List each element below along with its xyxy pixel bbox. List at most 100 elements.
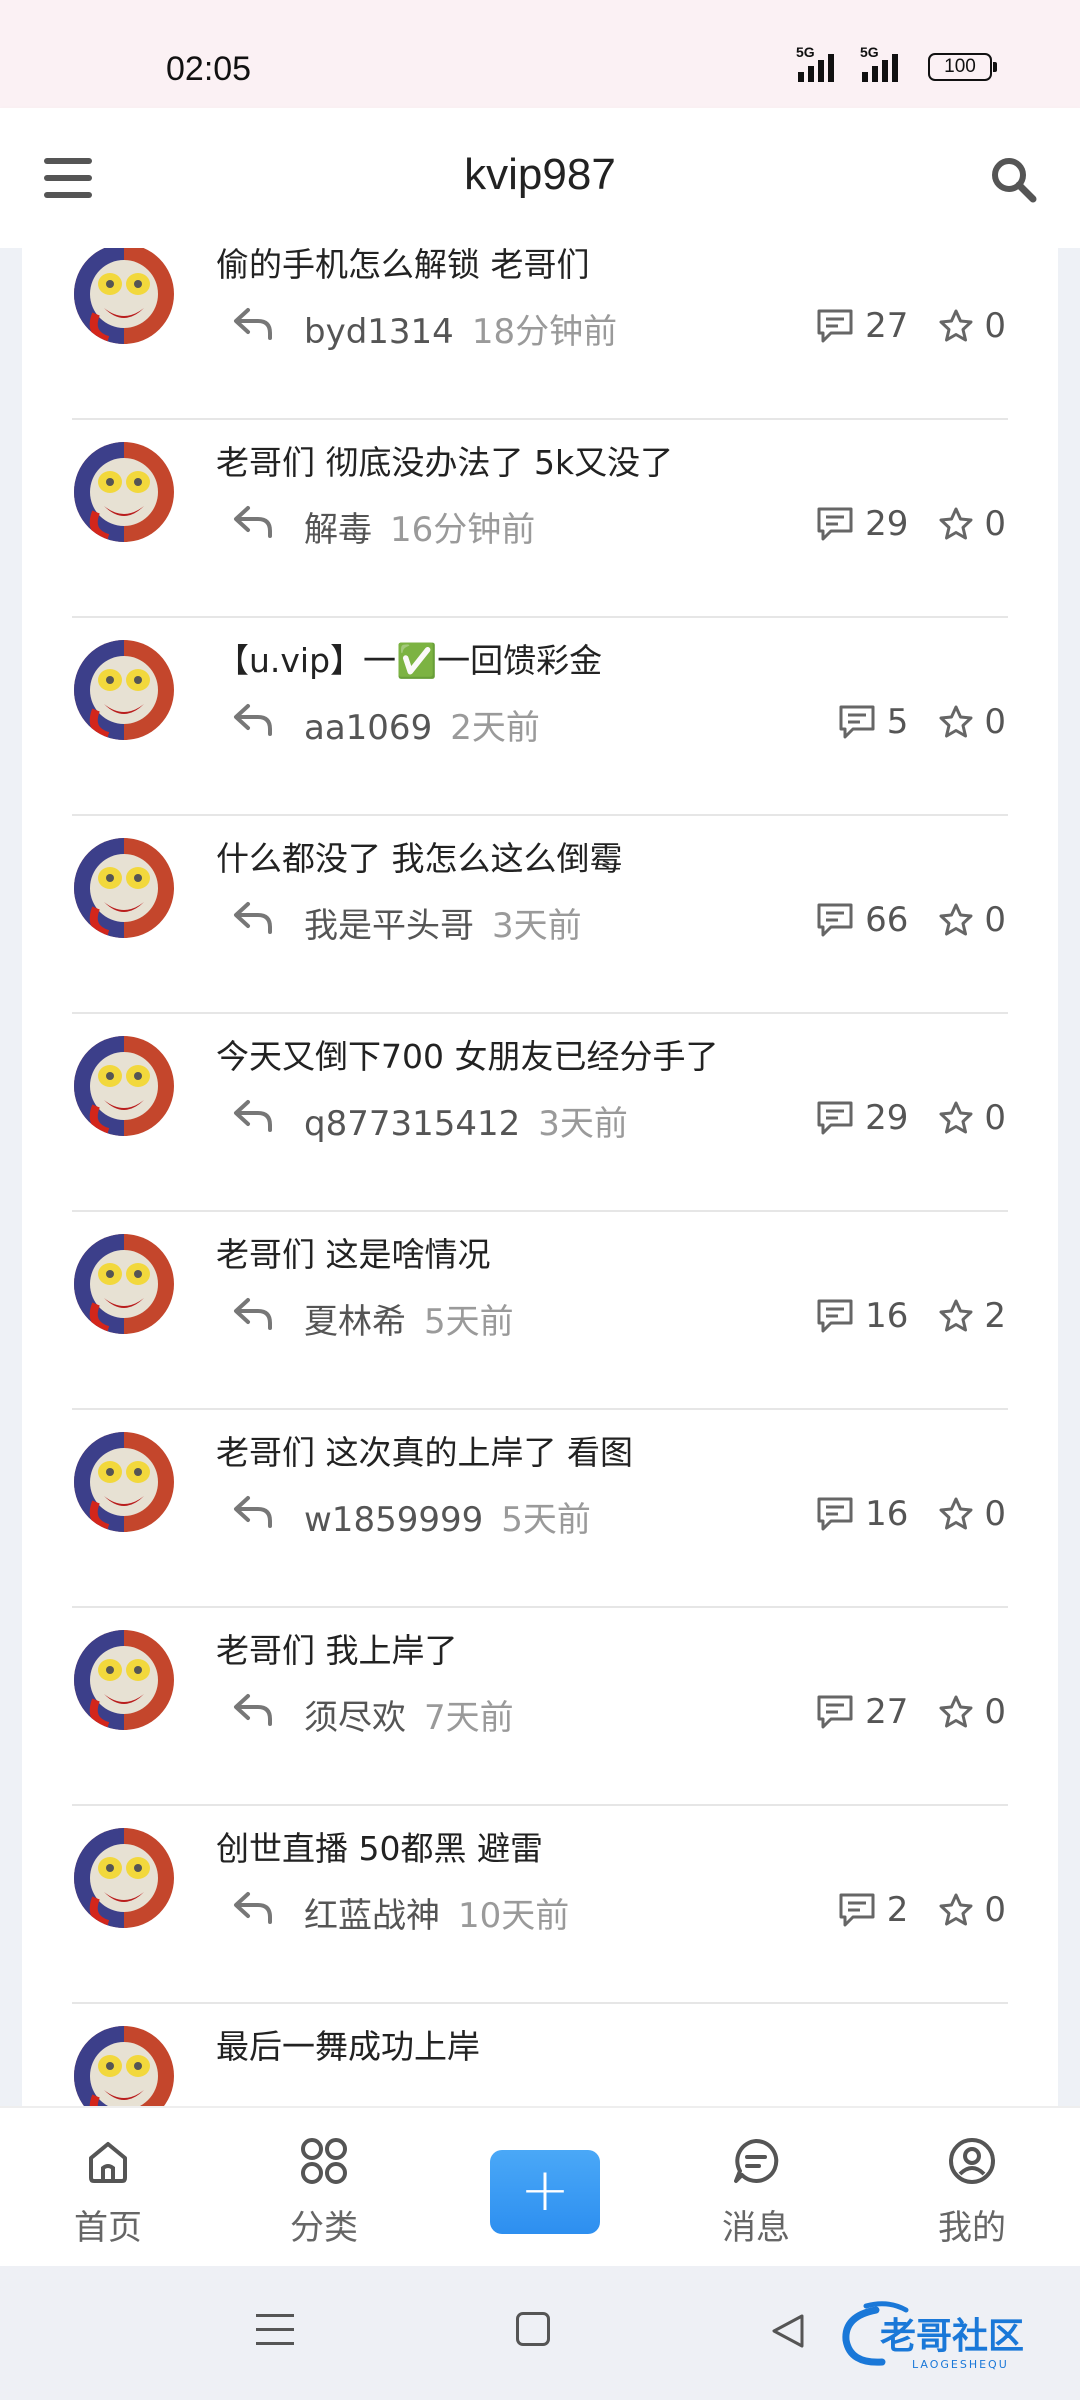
tab-category[interactable]: 分类 — [216, 2108, 432, 2266]
star-icon — [939, 507, 973, 540]
reply-icon — [234, 1496, 272, 1528]
battery-icon: 100 — [928, 53, 997, 81]
avatar[interactable] — [74, 248, 174, 344]
comment-icon — [817, 1695, 853, 1729]
post-list-item[interactable]: 老哥们 彻底没办法了 5k又没了 解毒 16分钟前 29 0 — [72, 420, 1008, 618]
status-time: 02:05 — [166, 50, 252, 88]
tab-messages[interactable]: 消息 — [648, 2108, 864, 2266]
post-meta: 须尽欢 7天前 — [304, 1690, 514, 1739]
back-icon[interactable] — [770, 2312, 806, 2350]
avatar[interactable] — [74, 1234, 174, 1334]
star-count[interactable]: 0 — [938, 702, 1006, 742]
reply-icon — [234, 1100, 272, 1132]
post-title[interactable]: 今天又倒下700 女朋友已经分手了 — [216, 1030, 718, 1078]
post-author[interactable]: byd1314 — [304, 312, 454, 352]
avatar[interactable] — [74, 1828, 174, 1928]
star-count[interactable]: 0 — [938, 1494, 1006, 1534]
bottom-tab-bar: 首页 分类 + 消息 我的 — [0, 2106, 1080, 2266]
post-author[interactable]: q877315412 — [304, 1104, 520, 1144]
reply-icon — [234, 902, 272, 934]
post-author[interactable]: 我是平头哥 — [304, 906, 474, 946]
post-list-item[interactable]: 最后一舞成功上岸 — [72, 2004, 1008, 2106]
post-list-item[interactable]: 什么都没了 我怎么这么倒霉 我是平头哥 3天前 66 0 — [72, 816, 1008, 1014]
post-list-item[interactable]: 老哥们 这次真的上岸了 看图 w1859999 5天前 16 0 — [72, 1410, 1008, 1608]
recent-apps-icon[interactable] — [256, 2314, 294, 2356]
star-icon — [939, 1893, 973, 1926]
reply-icon — [234, 1892, 272, 1924]
post-title[interactable]: 老哥们 我上岸了 — [216, 1624, 458, 1672]
post-list-item[interactable]: 【u.vip】一✅一回馈彩金 aa1069 2天前 5 0 — [72, 618, 1008, 816]
tab-category-label: 分类 — [290, 2208, 358, 2248]
post-title[interactable]: 偷的手机怎么解锁 老哥们 — [216, 248, 590, 286]
star-icon — [939, 705, 973, 738]
post-list-item[interactable]: 老哥们 这是啥情况 夏林希 5天前 16 2 — [72, 1212, 1008, 1410]
tab-mine[interactable]: 我的 — [864, 2108, 1080, 2266]
star-count[interactable]: 0 — [938, 1692, 1006, 1732]
post-meta: 红蓝战神 10天前 — [304, 1888, 569, 1937]
star-count[interactable]: 0 — [938, 900, 1006, 940]
post-title[interactable]: 创世直播 50都黑 避雷 — [216, 1822, 543, 1870]
post-title[interactable]: 【u.vip】一✅一回馈彩金 — [216, 634, 602, 682]
post-list-item[interactable]: 创世直播 50都黑 避雷 红蓝战神 10天前 2 0 — [72, 1806, 1008, 2004]
avatar[interactable] — [74, 640, 174, 740]
post-author[interactable]: 夏林希 — [304, 1302, 406, 1342]
star-count[interactable]: 2 — [938, 1296, 1006, 1336]
search-icon[interactable] — [988, 154, 1040, 206]
home-button-icon[interactable] — [516, 2312, 550, 2346]
reply-icon — [234, 1298, 272, 1330]
post-title[interactable]: 什么都没了 我怎么这么倒霉 — [216, 832, 623, 880]
message-icon — [734, 2138, 779, 2183]
post-time: 3天前 — [538, 1104, 628, 1144]
star-count[interactable]: 0 — [938, 504, 1006, 544]
post-time: 3天前 — [492, 906, 582, 946]
post-author[interactable]: w1859999 — [304, 1500, 483, 1540]
tab-add[interactable]: + — [432, 2108, 648, 2266]
comment-icon — [839, 1893, 875, 1927]
tab-mine-label: 我的 — [938, 2208, 1006, 2248]
post-title[interactable]: 最后一舞成功上岸 — [216, 2020, 480, 2068]
reply-icon — [234, 506, 272, 538]
post-title[interactable]: 老哥们 彻底没办法了 5k又没了 — [216, 436, 673, 484]
svg-text:老哥社区: 老哥社区 — [880, 2316, 1024, 2357]
post-author[interactable]: 须尽欢 — [304, 1698, 406, 1738]
avatar[interactable] — [74, 1036, 174, 1136]
post-meta: byd1314 18分钟前 — [304, 304, 617, 353]
home-icon — [89, 2142, 127, 2183]
tab-home[interactable]: 首页 — [0, 2108, 216, 2266]
post-list-item[interactable]: 偷的手机怎么解锁 老哥们 byd1314 18分钟前 27 0 — [72, 248, 1008, 420]
post-author[interactable]: aa1069 — [304, 708, 432, 748]
comment-count: 27 — [815, 1692, 908, 1732]
page-title: kvip987 — [464, 150, 616, 199]
star-count[interactable]: 0 — [938, 306, 1006, 346]
add-post-button[interactable]: + — [490, 2150, 600, 2234]
avatar[interactable] — [74, 442, 174, 542]
star-count[interactable]: 0 — [938, 1098, 1006, 1138]
post-title[interactable]: 老哥们 这是啥情况 — [216, 1228, 491, 1276]
avatar[interactable] — [74, 1630, 174, 1730]
post-stats: 29 0 — [785, 504, 1006, 544]
tab-messages-label: 消息 — [722, 2208, 790, 2248]
post-list-item[interactable]: 老哥们 我上岸了 须尽欢 7天前 27 0 — [72, 1608, 1008, 1806]
star-icon — [939, 1497, 973, 1530]
comment-icon — [817, 1101, 853, 1135]
star-icon — [939, 1101, 973, 1134]
comment-count: 29 — [815, 1098, 908, 1138]
post-list-item[interactable]: 今天又倒下700 女朋友已经分手了 q877315412 3天前 29 0 — [72, 1014, 1008, 1212]
post-title[interactable]: 老哥们 这次真的上岸了 看图 — [216, 1426, 633, 1474]
post-time: 2天前 — [450, 708, 540, 748]
post-author[interactable]: 红蓝战神 — [304, 1896, 440, 1936]
post-stats: 5 0 — [807, 702, 1006, 742]
post-time: 5天前 — [424, 1302, 514, 1342]
comment-icon — [817, 1299, 853, 1333]
avatar[interactable] — [74, 838, 174, 938]
post-time: 18分钟前 — [471, 312, 618, 352]
comment-count: 29 — [815, 504, 908, 544]
avatar[interactable] — [74, 2026, 174, 2106]
star-count[interactable]: 0 — [938, 1890, 1006, 1930]
app-header: kvip987 — [0, 108, 1080, 248]
post-stats: 27 0 — [785, 306, 1006, 346]
status-indicators: 5G 5G 100 — [796, 44, 997, 82]
avatar[interactable] — [74, 1432, 174, 1532]
post-stats: 66 0 — [785, 900, 1006, 940]
post-author[interactable]: 解毒 — [304, 510, 372, 550]
